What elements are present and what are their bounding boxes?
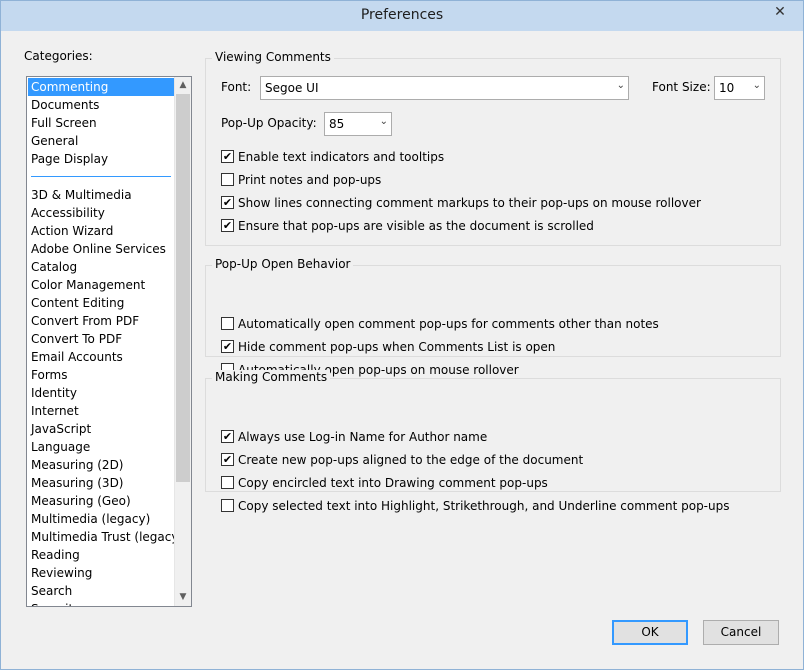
popup-opacity-label: Pop-Up Opacity: xyxy=(221,116,317,130)
category-item[interactable]: JavaScript xyxy=(28,420,174,438)
category-item[interactable]: Content Editing xyxy=(28,294,174,312)
font-value: Segoe UI xyxy=(265,81,319,95)
option-label: Show lines connecting comment markups to… xyxy=(238,196,701,210)
preferences-window: Preferences ✕ Categories: Commenting Docu… xyxy=(0,0,804,670)
window-title: Preferences xyxy=(360,7,444,23)
making-comments-title: Making Comments xyxy=(212,370,331,384)
category-item[interactable]: General xyxy=(28,132,174,150)
title-bar[interactable]: Preferences ✕ xyxy=(1,1,803,31)
checkbox-unchecked-icon[interactable] xyxy=(221,476,234,489)
category-item[interactable]: Convert To PDF xyxy=(28,330,174,348)
chevron-down-icon: ⌄ xyxy=(616,80,625,91)
option-label: Copy selected text into Highlight, Strik… xyxy=(238,499,730,513)
cancel-button[interactable]: Cancel xyxy=(703,620,779,645)
categories-listbox[interactable]: Commenting Documents Full Screen General Pag… xyxy=(26,76,192,607)
category-item[interactable]: Security xyxy=(28,600,174,606)
checkbox-unchecked-icon[interactable] xyxy=(221,173,234,186)
viewing-comments-title: Viewing Comments xyxy=(212,50,334,64)
category-item[interactable]: Action Wizard xyxy=(28,222,174,240)
chevron-down-icon: ⌄ xyxy=(752,80,761,91)
popup-behavior-title: Pop-Up Open Behavior xyxy=(212,257,354,271)
scroll-up-icon[interactable]: ▲ xyxy=(175,77,191,94)
popup-behavior-group: Pop-Up Open Behavior Automatically open … xyxy=(205,257,781,377)
checkbox-checked-icon[interactable]: ✔ xyxy=(221,196,234,209)
option-label: Copy encircled text into Drawing comment… xyxy=(238,476,548,490)
category-item[interactable]: Measuring (3D) xyxy=(28,474,174,492)
category-item[interactable]: Reviewing xyxy=(28,564,174,582)
checkbox-unchecked-icon[interactable] xyxy=(221,499,234,512)
category-item[interactable]: Catalog xyxy=(28,258,174,276)
category-separator xyxy=(31,176,171,177)
font-size-label: Font Size: xyxy=(652,80,711,94)
category-item[interactable]: Convert From PDF xyxy=(28,312,174,330)
option-label: Create new pop-ups aligned to the edge o… xyxy=(238,453,584,467)
checkbox-checked-icon[interactable]: ✔ xyxy=(221,219,234,232)
categories-label: Categories: xyxy=(24,49,93,63)
popup-opacity-combo[interactable]: 85 ⌄ xyxy=(324,112,392,136)
category-item[interactable]: Commenting xyxy=(28,78,174,96)
category-item[interactable]: Page Display xyxy=(28,150,174,168)
category-item[interactable]: Language xyxy=(28,438,174,456)
scroll-thumb[interactable] xyxy=(176,94,190,482)
category-item[interactable]: 3D & Multimedia xyxy=(28,186,174,204)
chevron-down-icon: ⌄ xyxy=(379,116,388,127)
category-item[interactable]: Adobe Online Services xyxy=(28,240,174,258)
checkbox-unchecked-icon[interactable] xyxy=(221,317,234,330)
category-item[interactable]: Search xyxy=(28,582,174,600)
category-item[interactable]: Email Accounts xyxy=(28,348,174,366)
category-item[interactable]: Reading xyxy=(28,546,174,564)
category-item[interactable]: Documents xyxy=(28,96,174,114)
ok-button[interactable]: OK xyxy=(612,620,688,645)
dialog-body: Categories: Commenting Documents Full Scre… xyxy=(9,32,797,663)
checkbox-checked-icon[interactable]: ✔ xyxy=(221,430,234,443)
category-item[interactable]: Full Screen xyxy=(28,114,174,132)
checkbox-checked-icon[interactable]: ✔ xyxy=(221,340,234,353)
checkbox-checked-icon[interactable]: ✔ xyxy=(221,150,234,163)
font-label: Font: xyxy=(221,80,252,94)
category-item[interactable]: Accessibility xyxy=(28,204,174,222)
option-label: Enable text indicators and tooltips xyxy=(238,150,445,164)
category-item[interactable]: Measuring (2D) xyxy=(28,456,174,474)
scroll-down-icon[interactable]: ▼ xyxy=(175,589,191,606)
viewing-comments-group: Viewing Comments Font: Segoe UI ⌄ Font S… xyxy=(205,50,781,246)
category-item[interactable]: Color Management xyxy=(28,276,174,294)
making-comments-group: Making Comments ✔ Always use Log-in Name … xyxy=(205,370,781,513)
font-size-combo[interactable]: 10 ⌄ xyxy=(714,76,765,100)
option-label: Print notes and pop-ups xyxy=(238,173,382,187)
category-item[interactable]: Internet xyxy=(28,402,174,420)
option-label: Always use Log-in Name for Author name xyxy=(238,430,488,444)
font-size-value: 10 xyxy=(719,81,735,95)
close-icon[interactable]: ✕ xyxy=(765,1,795,23)
option-label: Automatically open comment pop-ups for c… xyxy=(238,317,659,331)
category-item[interactable]: Multimedia Trust (legacy) xyxy=(28,528,175,546)
option-label: Ensure that pop-ups are visible as the d… xyxy=(238,219,594,233)
popup-opacity-value: 85 xyxy=(329,117,345,131)
checkbox-checked-icon[interactable]: ✔ xyxy=(221,453,234,466)
category-item[interactable]: Identity xyxy=(28,384,174,402)
categories-list: Commenting Documents Full Screen General Pag… xyxy=(27,77,175,606)
font-combo[interactable]: Segoe UI ⌄ xyxy=(260,76,629,100)
categories-scrollbar[interactable]: ▲ ▼ xyxy=(174,77,191,606)
category-item[interactable]: Forms xyxy=(28,366,174,384)
category-item[interactable]: Multimedia (legacy) xyxy=(28,510,174,528)
option-label: Hide comment pop-ups when Comments List … xyxy=(238,340,556,354)
category-item[interactable]: Measuring (Geo) xyxy=(28,492,174,510)
